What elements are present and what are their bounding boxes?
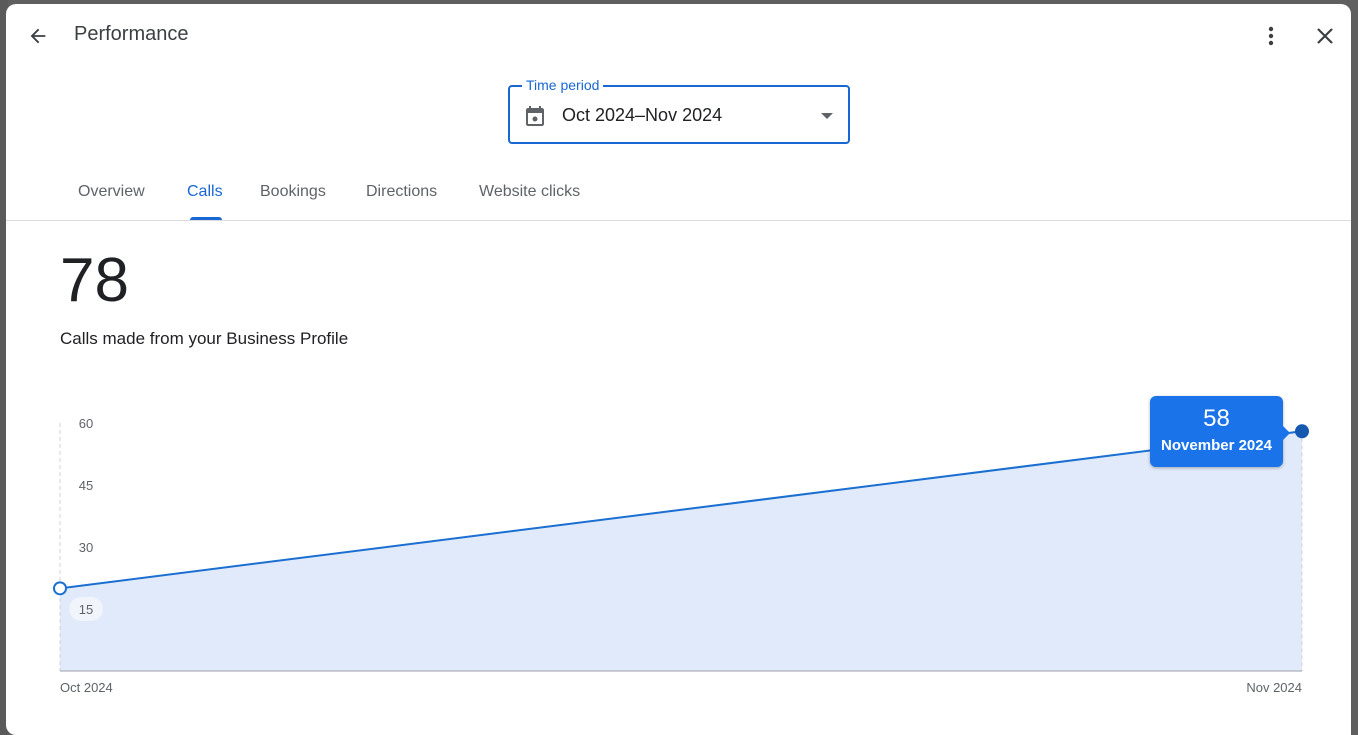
calls-chart: 15 30 45 60 Oct 2024 Nov 2024 [53,416,1309,695]
chart-tooltip: 58 November 2024 [1150,396,1290,467]
y-tick-label: 60 [79,416,93,431]
data-point [53,581,67,596]
x-tick-label: Oct 2024 [60,680,113,695]
x-tick-label: Nov 2024 [1246,680,1302,695]
tooltip-label: November 2024 [1161,437,1272,454]
performance-dialog: Performance Time period Oct 2024–Nov 202… [6,4,1351,735]
y-tick-label: 30 [79,540,93,555]
y-tick-label: 45 [79,478,93,493]
y-tick-label: 15 [79,602,93,617]
data-point-active [1295,424,1309,439]
series-area [60,431,1302,671]
tooltip-value: 58 [1203,405,1230,432]
